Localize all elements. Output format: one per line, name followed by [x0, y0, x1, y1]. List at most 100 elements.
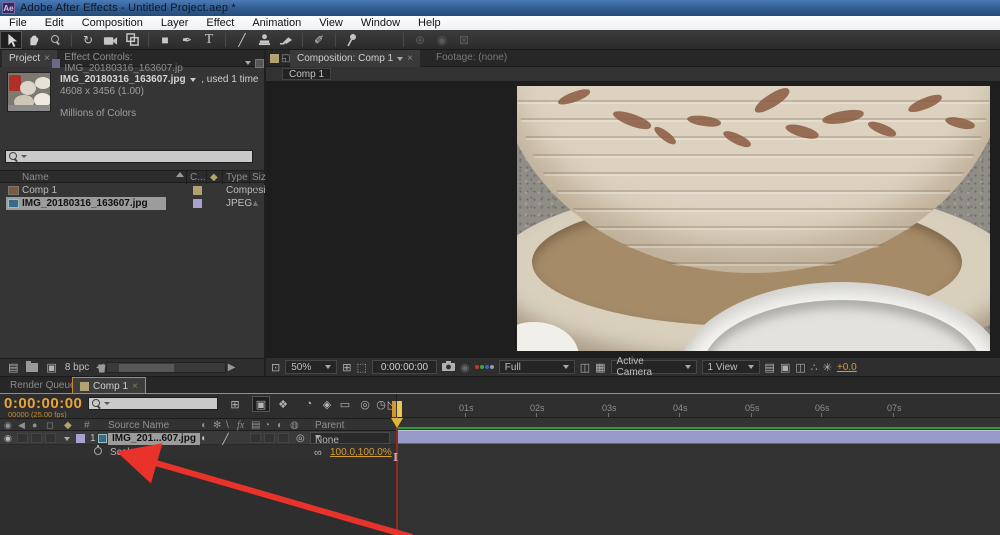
- motion-blur-toggle[interactable]: [264, 433, 275, 443]
- project-row-img[interactable]: IMG_20180316_163607.jpg JPEG ▴: [0, 197, 264, 210]
- menu-composition[interactable]: Composition: [73, 17, 152, 29]
- camera-tool-icon[interactable]: [99, 31, 121, 49]
- quality-switch-icon[interactable]: \: [226, 420, 229, 431]
- interpret-footage-icon[interactable]: ▤: [8, 361, 18, 374]
- timeline-search-input[interactable]: [88, 397, 218, 410]
- type-tool-icon[interactable]: T: [198, 31, 220, 49]
- label-tag-icon[interactable]: ◆: [210, 172, 218, 183]
- threed-switch-icon[interactable]: ◍: [290, 420, 299, 431]
- menu-effect[interactable]: Effect: [197, 17, 243, 29]
- stopwatch-icon[interactable]: [94, 447, 102, 455]
- scroll-track[interactable]: [106, 362, 226, 373]
- menu-file[interactable]: File: [0, 17, 36, 29]
- new-composition-icon[interactable]: ▣: [46, 361, 56, 374]
- magnification-select[interactable]: 50%: [285, 360, 337, 374]
- constrain-link-icon[interactable]: ∞: [314, 447, 322, 459]
- label-swatch[interactable]: [193, 199, 202, 208]
- solo-toggle[interactable]: [31, 433, 42, 443]
- threed-toggle[interactable]: [278, 433, 289, 443]
- shy-switch-icon[interactable]: ◖: [200, 420, 206, 431]
- scale-label[interactable]: Scale: [110, 447, 135, 458]
- horizontal-scrollbar[interactable]: ◀ ▶: [96, 361, 246, 374]
- item-name[interactable]: IMG_20180316_163607.jpg: [22, 198, 148, 209]
- layer-name[interactable]: IMG_201...607.jpg: [108, 433, 200, 445]
- menu-animation[interactable]: Animation: [243, 17, 310, 29]
- show-snapshot-icon[interactable]: ◉: [460, 361, 470, 374]
- reset-exposure-icon[interactable]: ◫: [795, 361, 805, 374]
- lock-toggle[interactable]: [45, 433, 56, 443]
- project-row-comp1[interactable]: Comp 1 Composi... ∴: [0, 184, 264, 197]
- comp-flowchart-icon[interactable]: ▣: [780, 361, 790, 374]
- selection-tool-icon[interactable]: [0, 31, 22, 49]
- menu-help[interactable]: Help: [409, 17, 450, 29]
- brush-tool-icon[interactable]: ╱: [231, 31, 253, 49]
- new-folder-icon[interactable]: [26, 363, 38, 372]
- composition-viewer[interactable]: [266, 82, 1000, 357]
- clone-stamp-tool-icon[interactable]: [253, 31, 275, 49]
- bit-depth-label[interactable]: 8 bpc: [65, 362, 89, 373]
- close-icon[interactable]: ×: [44, 53, 50, 64]
- footage-thumbnail[interactable]: [7, 72, 51, 112]
- collapse-switch-icon[interactable]: ✻: [213, 420, 221, 431]
- scale-property-row[interactable]: Scale ∞ 100.0,100.0%: [0, 445, 396, 459]
- search-options-icon[interactable]: [21, 155, 27, 158]
- rectangle-tool-icon[interactable]: ■: [154, 31, 176, 49]
- exposure-value[interactable]: +0.0: [837, 362, 857, 373]
- item-name[interactable]: Comp 1: [22, 185, 57, 196]
- scroll-right-icon[interactable]: ▶: [228, 362, 236, 373]
- time-ruler[interactable]: 01s 02s 03s 04s 05s 06s 07s: [397, 394, 1000, 418]
- fast-previews-icon[interactable]: ◫: [580, 361, 590, 374]
- hide-shy-layers-icon[interactable]: ◔: [300, 396, 318, 412]
- column-name[interactable]: Name: [22, 172, 49, 183]
- pan-behind-tool-icon[interactable]: [121, 31, 143, 49]
- column-type[interactable]: Type: [226, 172, 248, 183]
- source-name-column-label[interactable]: Source Name: [108, 420, 169, 431]
- timeline-graph-pane[interactable]: 01s 02s 03s 04s 05s 06s 07s I: [396, 394, 1000, 535]
- menu-layer[interactable]: Layer: [152, 17, 198, 29]
- mini-flowchart-icon[interactable]: ∴: [811, 361, 818, 374]
- viewer-timecode[interactable]: 0:00:00:00: [372, 360, 437, 374]
- hand-tool-icon[interactable]: [22, 31, 44, 49]
- layer-row[interactable]: ◉ 1 IMG_201...607.jpg ◖ ╱ ◎ None: [0, 431, 396, 445]
- parent-pickwhip-icon[interactable]: ◎: [296, 433, 305, 444]
- motion-blur-switch-icon[interactable]: ◔: [264, 420, 270, 431]
- parent-select[interactable]: None: [310, 432, 390, 444]
- label-swatch[interactable]: [193, 186, 202, 195]
- cti-handle-icon[interactable]: [391, 418, 403, 428]
- exposure-icon[interactable]: ✳: [823, 361, 832, 374]
- transparency-grid-icon[interactable]: ▦: [595, 361, 605, 374]
- scroll-thumb[interactable]: [119, 364, 174, 372]
- chevron-down-icon[interactable]: [190, 78, 196, 82]
- composition-image[interactable]: [517, 86, 990, 351]
- menu-view[interactable]: View: [310, 17, 352, 29]
- audio-toggle[interactable]: [17, 433, 28, 443]
- close-icon[interactable]: ×: [407, 53, 413, 64]
- camera-select[interactable]: Active Camera: [611, 360, 697, 374]
- rotate-tool-icon[interactable]: ↻: [77, 31, 99, 49]
- roto-brush-tool-icon[interactable]: ✐: [308, 31, 330, 49]
- chevron-down-icon[interactable]: [245, 61, 251, 65]
- work-area-markers[interactable]: [392, 401, 402, 417]
- show-channels-icon[interactable]: [475, 365, 494, 369]
- panel-menu-icon[interactable]: [255, 59, 264, 68]
- tab-composition[interactable]: Composition: Comp 1 ×: [290, 50, 420, 67]
- menu-edit[interactable]: Edit: [36, 17, 73, 29]
- tab-render-queue[interactable]: Render Queue: [10, 380, 76, 391]
- scroll-left-icon[interactable]: ◀: [96, 362, 104, 373]
- view-layout-select[interactable]: 1 View: [702, 360, 760, 374]
- pen-tool-icon[interactable]: ✒: [176, 31, 198, 49]
- timeline-button-icon[interactable]: ▤: [765, 361, 775, 374]
- chevron-down-icon[interactable]: [397, 57, 403, 61]
- snapshot-camera-icon[interactable]: [442, 361, 455, 374]
- zoom-tool-icon[interactable]: [44, 31, 66, 49]
- sort-ascending-icon[interactable]: [176, 172, 184, 177]
- layer-visibility-icon[interactable]: ◉: [4, 433, 12, 444]
- layer-label-swatch[interactable]: [76, 434, 85, 443]
- composition-crumb[interactable]: Comp 1: [282, 68, 331, 80]
- safe-margins-icon[interactable]: ⊞: [342, 361, 351, 374]
- eraser-tool-icon[interactable]: [275, 31, 297, 49]
- region-of-interest-icon[interactable]: ⊡: [271, 361, 280, 374]
- frame-blend-toggle[interactable]: [250, 433, 261, 443]
- resolution-select[interactable]: Full: [499, 360, 575, 374]
- layer-shy-icon[interactable]: ◖: [200, 433, 206, 444]
